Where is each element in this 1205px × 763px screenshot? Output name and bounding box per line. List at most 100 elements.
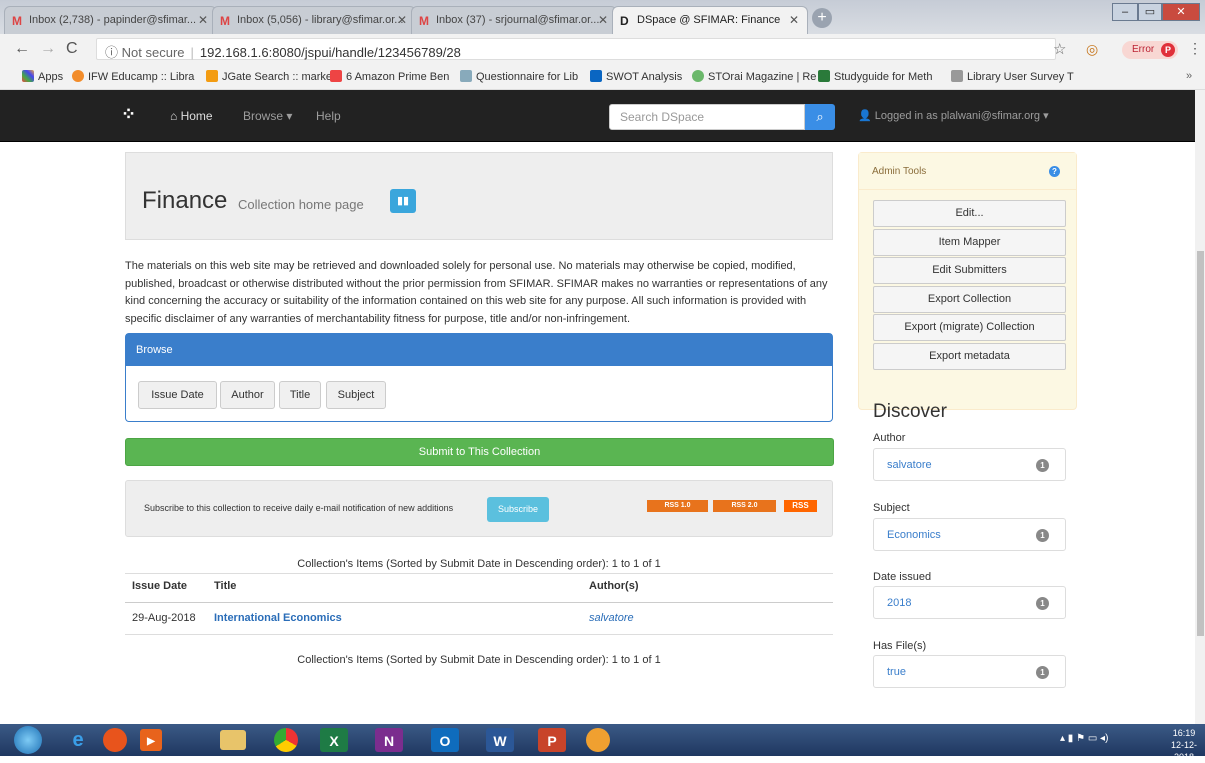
more-bookmarks-icon[interactable]: » (1186, 70, 1192, 82)
search-button[interactable]: ⌕ (805, 104, 835, 130)
column-header-issue-date[interactable]: Issue Date (132, 580, 187, 592)
taskbar-clock[interactable]: 16:19 12-12-2018 (1163, 727, 1205, 763)
firefox-icon[interactable] (103, 728, 127, 752)
clock-date: 12-12-2018 (1170, 740, 1197, 762)
browser-tab-inbox-2[interactable]: M Inbox (5,056) - library@sfimar.or... ✕ (212, 6, 416, 34)
edit-submitters-button[interactable]: Edit Submitters (873, 257, 1066, 284)
close-icon[interactable]: ✕ (598, 13, 608, 27)
nav-help[interactable]: Help (316, 109, 341, 123)
address-bar: ← → C ⓘ Not secure | 192.168.1.6:8080/jspu… (0, 34, 1205, 64)
extension-icon[interactable]: ◎ (1086, 41, 1098, 58)
facet-value[interactable]: true (887, 666, 906, 678)
back-icon[interactable]: ← (14, 40, 30, 58)
export-collection-button[interactable]: Export Collection (873, 286, 1066, 313)
system-tray[interactable]: ▴ ▮ ⚑ ▭ ◂) (1060, 733, 1108, 744)
bookmark-storai[interactable]: STOrai Magazine | Re (692, 70, 816, 83)
outlook-icon[interactable]: O (431, 728, 459, 752)
facet-value[interactable]: Economics (887, 529, 941, 541)
export-metadata-button[interactable]: Export metadata (873, 343, 1066, 370)
tab-label: Inbox (5,056) - library@sfimar.or... (237, 14, 404, 26)
studyguide-icon (818, 70, 830, 82)
search-input[interactable]: Search DSpace (609, 104, 805, 130)
bookmark-apps[interactable]: Apps (22, 70, 63, 83)
maximize-button[interactable]: ▭ (1138, 3, 1162, 21)
facet-label-has-files: Has File(s) (873, 640, 927, 652)
help-icon[interactable]: ? (1049, 166, 1060, 177)
bookmark-amazon[interactable]: 6 Amazon Prime Ben (330, 70, 449, 83)
close-icon[interactable]: ✕ (198, 13, 208, 27)
bookmark-swot[interactable]: SWOT Analysis (590, 70, 682, 83)
rss-2-0-link[interactable]: RSS 2.0 (713, 500, 776, 512)
reload-icon[interactable]: C (66, 40, 78, 58)
chrome-icon[interactable] (274, 728, 298, 752)
user-menu[interactable]: 👤 Logged in as plalwani@sfimar.org ▾ (858, 109, 1049, 122)
menu-icon[interactable]: ⋮ (1188, 40, 1202, 57)
word-icon[interactable]: W (486, 728, 514, 752)
dspace-logo[interactable]: ⁘ (121, 104, 136, 125)
window-close-button[interactable]: ✕ (1162, 3, 1200, 21)
minimize-button[interactable]: – (1112, 3, 1138, 21)
powerpoint-icon[interactable]: P (538, 728, 566, 752)
browser-tab-inbox-3[interactable]: M Inbox (37) - srjournal@sfimar.or... ✕ (411, 6, 617, 34)
url-field[interactable]: ⓘ Not secure | 192.168.1.6:8080/jspui/hand… (96, 38, 1056, 60)
rss-link[interactable]: RSS (784, 500, 817, 512)
amazon-icon (330, 70, 342, 82)
close-icon[interactable]: ✕ (789, 13, 799, 27)
bookmark-survey[interactable]: Library User Survey T (951, 70, 1074, 83)
onenote-icon[interactable]: N (375, 728, 403, 752)
browse-by-issue-date-button[interactable]: Issue Date (138, 381, 217, 409)
facet-author-item[interactable]: salvatore 1 (873, 448, 1066, 481)
linkedin-icon (590, 70, 602, 82)
forward-icon[interactable]: → (40, 40, 56, 58)
home-icon: ⌂ (170, 109, 178, 123)
row-author-link[interactable]: salvatore (589, 612, 634, 624)
storai-icon (692, 70, 704, 82)
facet-value[interactable]: 2018 (887, 597, 911, 609)
internet-explorer-icon[interactable]: e (63, 727, 93, 753)
scrollbar-thumb[interactable] (1197, 251, 1204, 636)
edit-button[interactable]: Edit... (873, 200, 1066, 227)
export-migrate-collection-button[interactable]: Export (migrate) Collection (873, 314, 1066, 341)
facet-value[interactable]: salvatore (887, 459, 932, 471)
subscribe-text: Subscribe to this collection to receive … (144, 503, 454, 513)
profile-error-button[interactable]: Error P (1122, 41, 1178, 59)
facet-has-files-item[interactable]: true 1 (873, 655, 1066, 688)
facet-date-issued-item[interactable]: 2018 1 (873, 586, 1066, 619)
bookmark-studyguide[interactable]: Studyguide for Meth (818, 70, 932, 83)
browse-by-subject-button[interactable]: Subject (326, 381, 386, 409)
statistics-button[interactable]: ▮▮ (390, 189, 416, 213)
bookmark-star-icon[interactable]: ☆ (1053, 40, 1066, 58)
close-icon[interactable]: ✕ (397, 13, 407, 27)
bar-chart-icon: ▮▮ (396, 195, 410, 207)
file-explorer-icon[interactable] (220, 730, 246, 750)
browser-tab-bar: M Inbox (2,738) - papinder@sfimar... ✕ M… (0, 0, 1205, 34)
gmail-icon: M (220, 14, 230, 28)
browse-by-author-button[interactable]: Author (220, 381, 275, 409)
item-mapper-button[interactable]: Item Mapper (873, 229, 1066, 256)
browse-by-title-button[interactable]: Title (279, 381, 321, 409)
bookmark-ifw[interactable]: IFW Educamp :: Libra (72, 70, 194, 83)
new-tab-button[interactable]: + (812, 8, 832, 28)
excel-icon[interactable]: X (320, 728, 348, 752)
column-header-authors[interactable]: Author(s) (589, 580, 639, 592)
info-icon[interactable]: ⓘ (105, 45, 118, 60)
column-header-title[interactable]: Title (214, 580, 236, 592)
facet-subject-item[interactable]: Economics 1 (873, 518, 1066, 551)
bookmark-questionnaire[interactable]: Questionnaire for Lib (460, 70, 578, 83)
error-label: Error (1132, 44, 1155, 55)
nav-home[interactable]: ⌂ Home (170, 109, 213, 123)
row-title-link[interactable]: International Economics (214, 612, 342, 624)
subscribe-button[interactable]: Subscribe (487, 497, 549, 522)
nav-browse[interactable]: Browse ▾ (243, 109, 292, 123)
page-subtitle: Collection home page (238, 197, 364, 212)
app-icon[interactable] (586, 728, 610, 752)
facet-label-author: Author (873, 432, 906, 444)
media-player-icon[interactable]: ▶ (140, 729, 162, 751)
browser-tab-inbox-1[interactable]: M Inbox (2,738) - papinder@sfimar... ✕ (4, 6, 217, 34)
windows-start-button[interactable] (14, 726, 42, 754)
rss-1-0-link[interactable]: RSS 1.0 (647, 500, 708, 512)
bookmark-jgate[interactable]: JGate Search :: marke (206, 70, 332, 83)
browser-tab-dspace[interactable]: D DSpace @ SFIMAR: Finance ✕ (612, 6, 808, 34)
caret-down-icon: ▾ (1043, 110, 1049, 122)
submit-to-collection-button[interactable]: Submit to This Collection (125, 438, 834, 466)
